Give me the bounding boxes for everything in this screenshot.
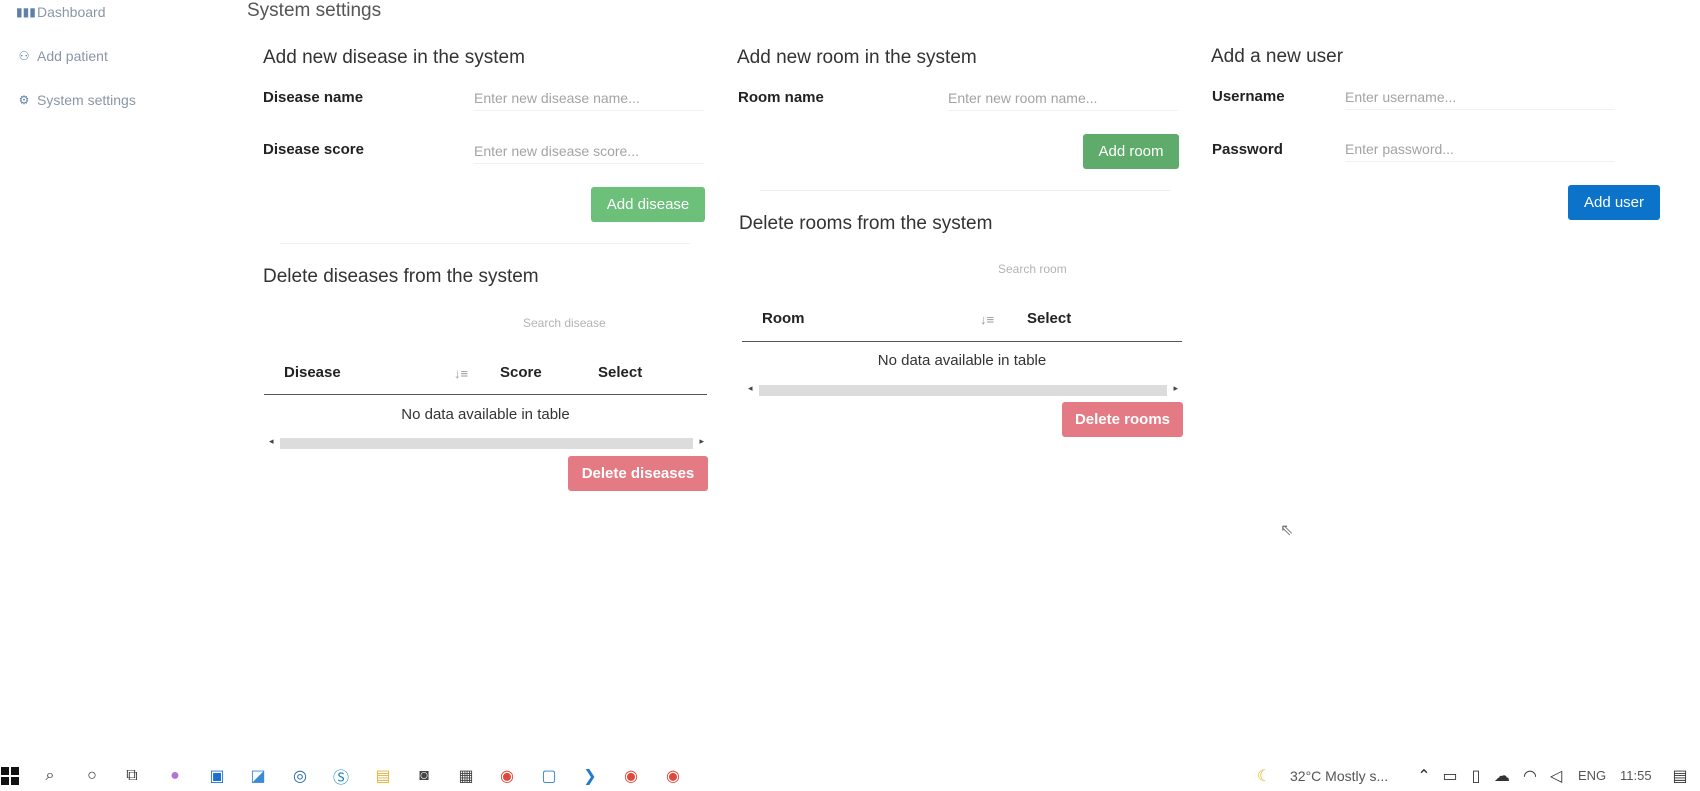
volume-icon[interactable]: ◁: [1546, 766, 1566, 786]
scrollbar-thumb[interactable]: [759, 385, 1167, 396]
add-disease-heading: Add new disease in the system: [263, 47, 525, 68]
table-header-line: [264, 394, 707, 395]
editor-app-icon[interactable]: ▣: [207, 766, 227, 786]
skype-icon[interactable]: Ⓢ: [331, 766, 351, 787]
vscode-icon[interactable]: ❯: [580, 766, 600, 786]
column-header-select[interactable]: Select: [598, 364, 642, 381]
disease-name-input[interactable]: [474, 85, 704, 111]
page-title: System settings: [247, 0, 382, 21]
sidebar: ▮▮▮ Dashboard ⚇ Add patient ⚙ System set…: [0, 0, 230, 760]
column-header-room[interactable]: Room: [762, 310, 805, 327]
task-view-icon[interactable]: ⧉: [122, 766, 142, 786]
camera-icon[interactable]: ◙: [414, 766, 434, 786]
mouse-cursor-icon: ⇖: [1280, 522, 1294, 539]
users-gear-icon: ⚙: [18, 93, 30, 107]
disease-score-input[interactable]: [474, 138, 704, 164]
scroll-left-icon[interactable]: ◂: [748, 383, 753, 394]
disease-score-label: Disease score: [263, 141, 364, 158]
sidebar-item-system-settings[interactable]: ⚙ System settings: [16, 89, 136, 111]
search-icon[interactable]: ⌕: [40, 766, 60, 786]
clock[interactable]: 11:55: [1620, 768, 1652, 783]
cortana-icon[interactable]: ○: [82, 766, 102, 786]
add-user-button[interactable]: Add user: [1568, 185, 1660, 220]
horizontal-scrollbar[interactable]: ◂ ▸: [745, 383, 1181, 396]
taskbar: ⌕ ○ ⧉ ● ▣ ◪ ◎ Ⓢ ▤ ◙ ▦ ◉ ▢ ❯ ◉ ◉ ☾ 32°C M…: [0, 760, 1700, 791]
chrome-icon[interactable]: ◉: [621, 766, 641, 786]
weather-text[interactable]: 32°C Mostly s...: [1290, 768, 1388, 784]
horizontal-scrollbar[interactable]: ◂ ▸: [266, 436, 707, 449]
sidebar-item-dashboard[interactable]: ▮▮▮ Dashboard: [16, 1, 106, 23]
scroll-right-icon[interactable]: ▸: [699, 436, 704, 447]
column-header-disease[interactable]: Disease: [284, 364, 341, 381]
scroll-right-icon[interactable]: ▸: [1173, 383, 1178, 394]
sidebar-item-add-patient[interactable]: ⚇ Add patient: [16, 45, 108, 67]
empty-table-message: No data available in table: [401, 406, 570, 423]
sidebar-item-label: Add patient: [37, 48, 108, 64]
bar-chart-icon: ▮▮▮: [16, 5, 36, 19]
chrome-icon[interactable]: ◉: [663, 766, 683, 786]
device-icon[interactable]: ▯: [1466, 766, 1486, 786]
room-name-input[interactable]: [948, 85, 1178, 111]
sort-icon[interactable]: ↓≡: [980, 312, 994, 327]
add-room-button[interactable]: Add room: [1083, 134, 1179, 169]
delete-diseases-heading: Delete diseases from the system: [263, 266, 539, 287]
column-header-select[interactable]: Select: [1027, 310, 1071, 327]
chevron-up-icon[interactable]: ⌃: [1414, 766, 1434, 786]
notifications-icon[interactable]: ▤: [1670, 766, 1690, 786]
sort-icon[interactable]: ↓≡: [454, 366, 468, 381]
password-label: Password: [1212, 141, 1283, 158]
section-divider: [760, 190, 1170, 191]
delete-diseases-button[interactable]: Delete diseases: [568, 456, 708, 491]
search-disease-input[interactable]: [523, 314, 683, 332]
wifi-icon[interactable]: ◠: [1520, 766, 1540, 786]
media-player-icon[interactable]: ◎: [290, 766, 310, 786]
username-input[interactable]: [1345, 84, 1615, 110]
cloud-icon[interactable]: ☁: [1492, 766, 1512, 786]
sidebar-item-label: Dashboard: [37, 4, 106, 20]
search-room-input[interactable]: [998, 260, 1158, 278]
store-icon[interactable]: ▦: [456, 766, 476, 786]
table-header-line: [742, 341, 1182, 342]
delete-rooms-button[interactable]: Delete rooms: [1062, 402, 1183, 437]
sidebar-item-label: System settings: [37, 92, 136, 108]
password-input[interactable]: [1345, 136, 1615, 162]
scrollbar-thumb[interactable]: [280, 438, 693, 449]
username-label: Username: [1212, 88, 1285, 105]
windows-start-icon[interactable]: [0, 766, 20, 786]
room-name-label: Room name: [738, 89, 824, 106]
column-header-score[interactable]: Score: [500, 364, 542, 381]
paint-icon[interactable]: ●: [165, 766, 185, 786]
chrome-icon[interactable]: ◉: [497, 766, 517, 786]
section-divider: [280, 243, 690, 244]
add-disease-button[interactable]: Add disease: [591, 187, 705, 222]
add-user-heading: Add a new user: [1211, 46, 1344, 67]
file-explorer-icon[interactable]: ▤: [373, 766, 393, 786]
battery-icon[interactable]: ▭: [1440, 766, 1460, 786]
file-app-icon[interactable]: ◪: [248, 766, 268, 786]
empty-table-message: No data available in table: [877, 352, 1047, 369]
disease-name-label: Disease name: [263, 89, 364, 106]
chat-app-icon[interactable]: ▢: [539, 766, 559, 786]
scroll-left-icon[interactable]: ◂: [269, 436, 274, 447]
delete-rooms-heading: Delete rooms from the system: [739, 213, 993, 234]
add-room-heading: Add new room in the system: [737, 47, 977, 68]
weather-icon[interactable]: ☾: [1254, 766, 1274, 786]
language-indicator[interactable]: ENG: [1578, 768, 1606, 783]
add-user-icon: ⚇: [18, 49, 30, 63]
